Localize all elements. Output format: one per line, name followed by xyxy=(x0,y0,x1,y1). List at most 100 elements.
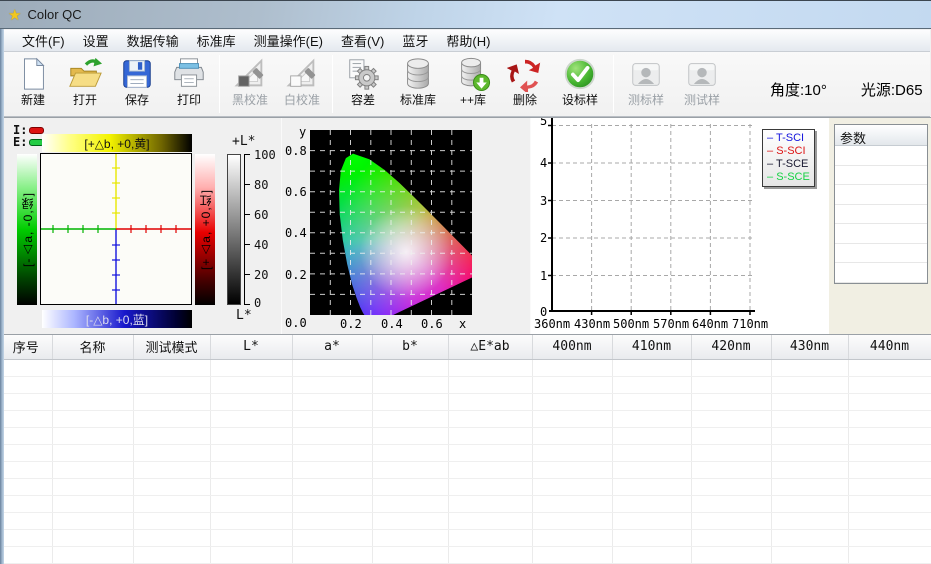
table-cell[interactable] xyxy=(532,478,612,495)
table-cell[interactable] xyxy=(448,427,532,444)
table-cell[interactable] xyxy=(52,546,133,563)
col-400nm[interactable]: 400nm xyxy=(532,335,612,359)
table-cell[interactable] xyxy=(532,427,612,444)
new-button[interactable]: 新建 xyxy=(8,55,58,113)
table-row[interactable] xyxy=(0,546,931,563)
table-cell[interactable] xyxy=(612,393,691,410)
table-cell[interactable] xyxy=(372,461,448,478)
table-cell[interactable] xyxy=(771,444,848,461)
set-standard-button[interactable]: 设标样 xyxy=(552,55,608,113)
table-cell[interactable] xyxy=(771,359,848,376)
parameter-row[interactable] xyxy=(835,244,927,264)
table-cell[interactable] xyxy=(372,529,448,546)
table-cell[interactable] xyxy=(210,427,292,444)
parameters-header[interactable]: 参数 xyxy=(835,125,927,146)
table-cell[interactable] xyxy=(771,410,848,427)
table-cell[interactable] xyxy=(0,495,52,512)
table-cell[interactable] xyxy=(210,478,292,495)
table-cell[interactable] xyxy=(0,461,52,478)
table-cell[interactable] xyxy=(848,495,931,512)
table-cell[interactable] xyxy=(292,444,372,461)
table-cell[interactable] xyxy=(133,359,210,376)
table-cell[interactable] xyxy=(848,393,931,410)
parameter-row[interactable] xyxy=(835,146,927,166)
table-cell[interactable] xyxy=(133,376,210,393)
col-l-star[interactable]: L* xyxy=(210,335,292,359)
table-cell[interactable] xyxy=(292,546,372,563)
table-cell[interactable] xyxy=(691,376,771,393)
table-cell[interactable] xyxy=(133,529,210,546)
table-cell[interactable] xyxy=(292,376,372,393)
table-cell[interactable] xyxy=(372,393,448,410)
table-cell[interactable] xyxy=(532,393,612,410)
table-cell[interactable] xyxy=(372,495,448,512)
table-cell[interactable] xyxy=(292,512,372,529)
table-cell[interactable] xyxy=(210,376,292,393)
table-cell[interactable] xyxy=(691,444,771,461)
table-cell[interactable] xyxy=(771,512,848,529)
table-cell[interactable] xyxy=(292,393,372,410)
table-cell[interactable] xyxy=(292,359,372,376)
table-cell[interactable] xyxy=(292,461,372,478)
table-cell[interactable] xyxy=(210,461,292,478)
table-cell[interactable] xyxy=(372,444,448,461)
table-cell[interactable] xyxy=(848,376,931,393)
table-cell[interactable] xyxy=(691,359,771,376)
delete-button[interactable]: 删除 xyxy=(500,55,550,113)
table-cell[interactable] xyxy=(771,393,848,410)
table-row[interactable] xyxy=(0,478,931,495)
table-cell[interactable] xyxy=(532,410,612,427)
parameter-row[interactable] xyxy=(835,185,927,205)
table-cell[interactable] xyxy=(612,444,691,461)
table-cell[interactable] xyxy=(532,495,612,512)
table-cell[interactable] xyxy=(0,359,52,376)
table-cell[interactable] xyxy=(612,359,691,376)
table-cell[interactable] xyxy=(372,427,448,444)
table-cell[interactable] xyxy=(448,529,532,546)
table-cell[interactable] xyxy=(612,410,691,427)
add-to-library-button[interactable]: ++库 xyxy=(448,55,498,113)
table-cell[interactable] xyxy=(292,410,372,427)
tolerance-button[interactable]: 容差 xyxy=(338,55,388,113)
table-cell[interactable] xyxy=(848,512,931,529)
table-cell[interactable] xyxy=(52,393,133,410)
table-cell[interactable] xyxy=(133,495,210,512)
table-cell[interactable] xyxy=(612,427,691,444)
table-cell[interactable] xyxy=(532,444,612,461)
table-cell[interactable] xyxy=(448,410,532,427)
table-cell[interactable] xyxy=(691,461,771,478)
table-row[interactable] xyxy=(0,529,931,546)
standard-library-button[interactable]: 标准库 xyxy=(390,55,446,113)
table-cell[interactable] xyxy=(532,546,612,563)
table-cell[interactable] xyxy=(52,410,133,427)
table-cell[interactable] xyxy=(448,461,532,478)
table-cell[interactable] xyxy=(848,410,931,427)
open-button[interactable]: 打开 xyxy=(60,55,110,113)
table-cell[interactable] xyxy=(612,478,691,495)
results-table-body[interactable] xyxy=(0,359,931,563)
table-cell[interactable] xyxy=(691,529,771,546)
title-bar[interactable]: ★ Color QC xyxy=(0,1,931,29)
menu-help[interactable]: 帮助(H) xyxy=(437,29,499,52)
table-cell[interactable] xyxy=(133,512,210,529)
table-cell[interactable] xyxy=(52,495,133,512)
table-cell[interactable] xyxy=(52,444,133,461)
table-cell[interactable] xyxy=(848,461,931,478)
table-cell[interactable] xyxy=(691,410,771,427)
col-a-star[interactable]: a* xyxy=(292,335,372,359)
table-row[interactable] xyxy=(0,393,931,410)
col-430nm[interactable]: 430nm xyxy=(771,335,848,359)
table-cell[interactable] xyxy=(691,427,771,444)
table-cell[interactable] xyxy=(292,427,372,444)
measure-sample-button[interactable]: 测试样 xyxy=(675,55,729,113)
table-cell[interactable] xyxy=(848,478,931,495)
table-cell[interactable] xyxy=(448,546,532,563)
table-cell[interactable] xyxy=(771,478,848,495)
table-cell[interactable] xyxy=(0,427,52,444)
table-cell[interactable] xyxy=(292,478,372,495)
table-cell[interactable] xyxy=(448,495,532,512)
table-cell[interactable] xyxy=(848,359,931,376)
table-cell[interactable] xyxy=(448,376,532,393)
table-cell[interactable] xyxy=(532,461,612,478)
table-cell[interactable] xyxy=(612,512,691,529)
